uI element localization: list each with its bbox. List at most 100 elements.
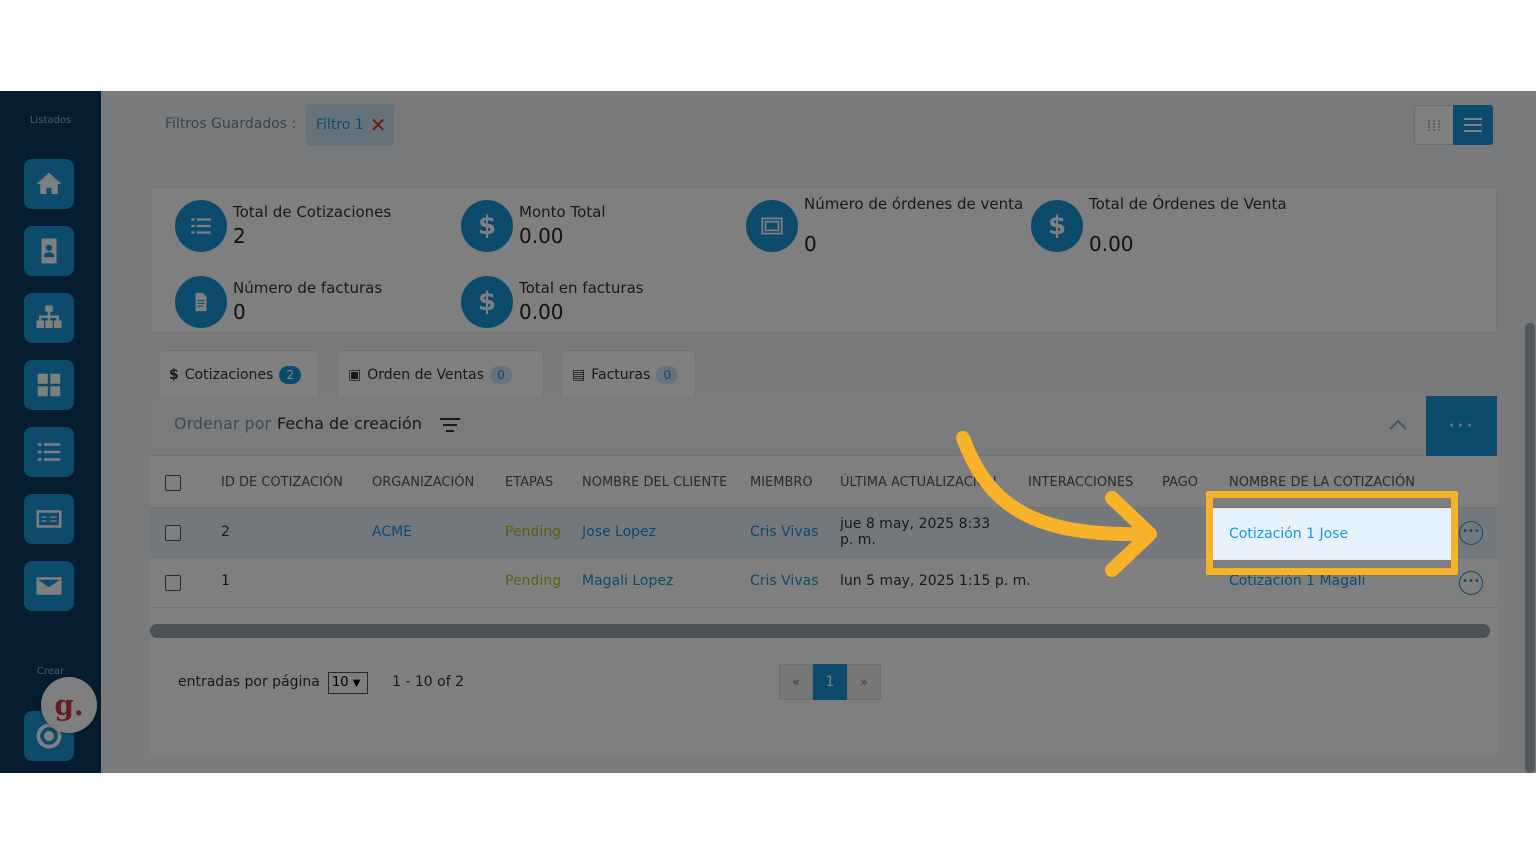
stat-total-quotes: Total de Cotizaciones 2 — [175, 200, 455, 260]
org-chart-icon — [36, 305, 62, 328]
list-view-button[interactable] — [1453, 105, 1493, 145]
current-page-button[interactable]: 1 — [813, 664, 847, 700]
stat-value: 0 — [233, 300, 246, 324]
stat-invoices-count: Número de facturas 0 — [175, 276, 455, 336]
quotes-panel: Ordenar por Fecha de creación ··· ID DE … — [150, 396, 1497, 756]
home-icon — [36, 172, 62, 194]
quote-id: 2 — [221, 524, 230, 540]
tab-facturas[interactable]: ▤ Facturas 0 — [561, 350, 696, 398]
quote-id: 1 — [221, 573, 230, 589]
stat-value: 0.00 — [519, 300, 564, 324]
per-page-label: entradas por página — [178, 674, 320, 690]
kanban-view-button[interactable]: ⁞⁞⁞ — [1415, 106, 1453, 144]
organization-link[interactable]: ACME — [372, 524, 412, 540]
row-actions-icon[interactable]: ••• — [1459, 571, 1483, 595]
vertical-scrollbar[interactable] — [1525, 323, 1535, 773]
per-page-value: 10 — [332, 675, 349, 690]
sort-prefix: Ordenar por — [174, 414, 272, 433]
sales-order-icon: ▣ — [348, 366, 362, 383]
tab-count-badge: 0 — [656, 365, 679, 384]
app-frame: Listados Crear g. Filtros Guardados : Fi… — [0, 91, 1536, 773]
saved-filters-label: Filtros Guardados : — [165, 116, 297, 132]
prev-page-button[interactable]: « — [779, 664, 813, 700]
row-checkbox[interactable] — [165, 525, 181, 541]
invoice-icon: ▤ — [572, 366, 586, 383]
column-header[interactable]: PAGO — [1162, 475, 1198, 490]
quote-name-link[interactable]: Cotización 1 Magali — [1229, 573, 1365, 589]
entries-range: 1 - 10 of 2 — [392, 674, 464, 690]
sidebar-item-lists[interactable] — [24, 427, 74, 477]
main-content: Filtros Guardados : Filtro 1 ✕ ⁞⁞⁞ Total… — [101, 91, 1536, 773]
row-actions-icon[interactable]: ••• — [1459, 521, 1483, 545]
sort-field[interactable]: Fecha de creación — [277, 414, 422, 433]
tab-count-badge: 0 — [489, 365, 512, 384]
list-icon — [175, 200, 227, 252]
stat-label: Número de facturas — [233, 279, 383, 297]
view-toggle: ⁞⁞⁞ — [1414, 105, 1493, 145]
sort-icon[interactable] — [440, 418, 460, 432]
stat-label: Monto Total — [519, 203, 606, 221]
client-link[interactable]: Magali Lopez — [582, 573, 673, 589]
saved-filter-chip[interactable]: Filtro 1 ✕ — [306, 104, 394, 146]
stat-sales-orders-total: $ Total de Órdenes de Venta 0.00 — [1031, 196, 1311, 260]
sidebar-item-billing[interactable] — [24, 494, 74, 544]
kanban-icon: ⁞⁞⁞ — [1426, 115, 1442, 135]
sidebar-item-contacts[interactable] — [24, 226, 74, 276]
stat-invoices-total: $ Total en facturas 0.00 — [461, 276, 741, 336]
sidebar-item-mail[interactable] — [24, 561, 74, 611]
column-header[interactable]: MIEMBRO — [750, 475, 813, 490]
sales-order-icon — [746, 200, 798, 252]
sidebar-item-home[interactable] — [24, 159, 74, 209]
dollar-icon: $ — [1031, 200, 1083, 252]
sidebar: Listados Crear g. — [0, 91, 101, 773]
column-header[interactable]: ÚLTIMA ACTUALIZACIÓN — [840, 475, 997, 490]
dollar-icon: $ — [461, 276, 513, 328]
tab-label: Cotizaciones — [184, 366, 274, 383]
column-header[interactable]: ID DE COTIZACIÓN — [221, 475, 343, 490]
per-page-select[interactable]: 10 ▼ — [328, 672, 368, 694]
sidebar-item-organizations[interactable] — [24, 293, 74, 343]
next-page-button[interactable]: » — [847, 664, 881, 700]
chevron-up-icon[interactable] — [1386, 414, 1410, 438]
row-checkbox[interactable] — [165, 575, 181, 591]
column-header[interactable]: ETAPAS — [505, 475, 553, 490]
contact-card-icon — [41, 238, 57, 264]
column-header[interactable]: INTERACCIONES — [1028, 475, 1133, 490]
grid-icon — [37, 373, 61, 397]
column-header[interactable]: ORGANIZACIÓN — [372, 475, 474, 490]
member-link[interactable]: Cris Vivas — [750, 524, 818, 540]
stat-value: 2 — [233, 224, 246, 248]
brand-logo: g. — [41, 677, 97, 733]
highlight-frame — [1206, 491, 1458, 575]
column-header[interactable]: NOMBRE DEL CLIENTE — [582, 475, 727, 490]
tab-label: Facturas — [591, 366, 651, 383]
stage-value: Pending — [505, 524, 561, 540]
more-options-button[interactable]: ··· — [1426, 396, 1497, 456]
select-all-checkbox[interactable] — [165, 475, 181, 491]
dollar-icon: $ — [169, 366, 179, 383]
updated-time: p. m. — [840, 532, 876, 548]
filter-chip-label: Filtro 1 — [316, 117, 364, 133]
tab-label: Orden de Ventas — [367, 366, 484, 383]
tab-count-badge: 2 — [279, 365, 302, 384]
stat-label: Total en facturas — [519, 279, 644, 297]
horizontal-scrollbar[interactable] — [150, 624, 1490, 638]
chevron-down-icon: ▼ — [352, 678, 361, 689]
stage-value: Pending — [505, 573, 561, 589]
summary-stats: Total de Cotizaciones 2 $ Monto Total 0.… — [150, 187, 1497, 333]
stat-label: Total de Órdenes de Venta — [1089, 195, 1287, 213]
tab-cotizaciones[interactable]: $ Cotizaciones 2 — [158, 350, 319, 398]
list-icon — [37, 443, 61, 461]
member-link[interactable]: Cris Vivas — [750, 573, 818, 589]
dollar-icon: $ — [461, 200, 513, 252]
sidebar-item-dashboard[interactable] — [24, 360, 74, 410]
tab-orden-de-ventas[interactable]: ▣ Orden de Ventas 0 — [337, 350, 544, 398]
sort-bar: Ordenar por Fecha de creación ··· — [150, 396, 1497, 456]
invoice-icon — [175, 276, 227, 328]
updated-date: jue 8 may, 2025 8:33 — [840, 516, 991, 532]
sidebar-create-label: Crear — [36, 666, 65, 677]
client-link[interactable]: Jose Lopez — [582, 524, 656, 540]
billing-icon — [36, 510, 62, 528]
column-header[interactable]: NOMBRE DE LA COTIZACIÓN — [1229, 475, 1415, 490]
close-icon[interactable]: ✕ — [370, 115, 387, 135]
